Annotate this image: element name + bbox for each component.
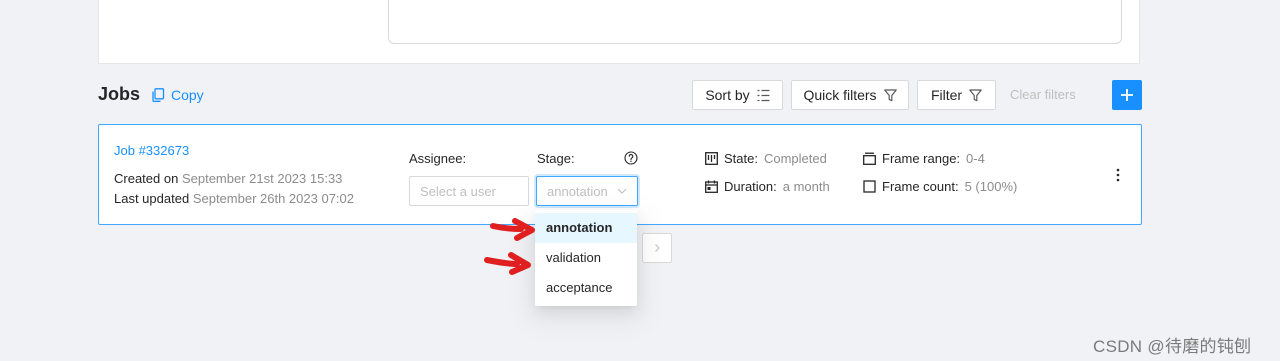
chevron-down-icon (617, 188, 627, 194)
clear-filters-button[interactable]: Clear filters (1010, 87, 1076, 102)
assignee-select[interactable] (409, 176, 529, 206)
updated-line: Last updated September 26th 2023 07:02 (114, 191, 354, 206)
stage-option-acceptance[interactable]: acceptance (535, 273, 637, 303)
duration-info: Duration: a month (705, 179, 830, 194)
sort-by-label: Sort by (705, 87, 750, 103)
frame-range-label: Frame range: (882, 151, 961, 166)
copy-link[interactable]: Copy (152, 87, 204, 103)
updated-date: September 26th 2023 07:02 (192, 191, 354, 206)
filter-button[interactable]: Filter (917, 80, 996, 110)
stage-option-validation[interactable]: validation (535, 243, 637, 273)
duration-value: a month (782, 179, 830, 194)
stage-select[interactable]: annotation (536, 176, 638, 206)
top-panel (98, 0, 1140, 64)
sort-list-icon (757, 89, 770, 101)
state-value: Completed (763, 151, 827, 166)
funnel-icon (883, 88, 897, 101)
plus-icon (1121, 89, 1133, 101)
jobs-title: Jobs (98, 84, 141, 104)
frames-icon (863, 152, 876, 165)
frame-count-value: 5 (100%) (964, 179, 1018, 194)
copy-icon (152, 88, 165, 102)
calendar-icon (705, 180, 718, 193)
filter-label: Filter (930, 87, 963, 103)
copy-label: Copy (171, 87, 204, 103)
chevron-right-icon (655, 244, 660, 252)
state-info: State: Completed (705, 151, 827, 166)
stage-dropdown: annotation validation acceptance (535, 210, 637, 306)
square-icon (863, 180, 876, 193)
frame-range-value: 0-4 (966, 151, 985, 166)
duration-label: Duration: (724, 179, 777, 194)
stage-select-value: annotation (547, 183, 608, 199)
board-icon (705, 152, 718, 165)
stage-option-annotation[interactable]: annotation (535, 213, 637, 243)
quick-filters-button[interactable]: Quick filters (791, 80, 909, 110)
question-circle-icon[interactable] (624, 151, 638, 165)
frame-count-info: Frame count: 5 (100%) (863, 179, 1017, 194)
funnel-icon (969, 88, 982, 101)
description-textarea[interactable] (388, 0, 1122, 44)
frame-count-label: Frame count: (882, 179, 959, 194)
stage-label: Stage: (537, 151, 575, 166)
assignee-label: Assignee: (409, 151, 467, 166)
sort-by-button[interactable]: Sort by (692, 80, 783, 110)
next-page-button[interactable] (642, 233, 672, 263)
updated-prefix: Last updated (114, 191, 190, 206)
add-job-button[interactable] (1112, 80, 1142, 110)
job-id-link[interactable]: Job #332673 (114, 143, 189, 158)
annotation-arrow-2 (484, 252, 531, 275)
frame-range-info: Frame range: 0-4 (863, 151, 985, 166)
created-prefix: Created on (114, 171, 179, 186)
more-vertical-icon[interactable] (1116, 167, 1120, 183)
quick-filters-label: Quick filters (803, 87, 877, 103)
created-line: Created on September 21st 2023 15:33 (114, 171, 342, 186)
state-label: State: (724, 151, 758, 166)
annotation-arrow-1 (490, 218, 535, 241)
created-date: September 21st 2023 15:33 (181, 171, 343, 186)
watermark: CSDN @待磨的钝刨 (1093, 337, 1252, 356)
